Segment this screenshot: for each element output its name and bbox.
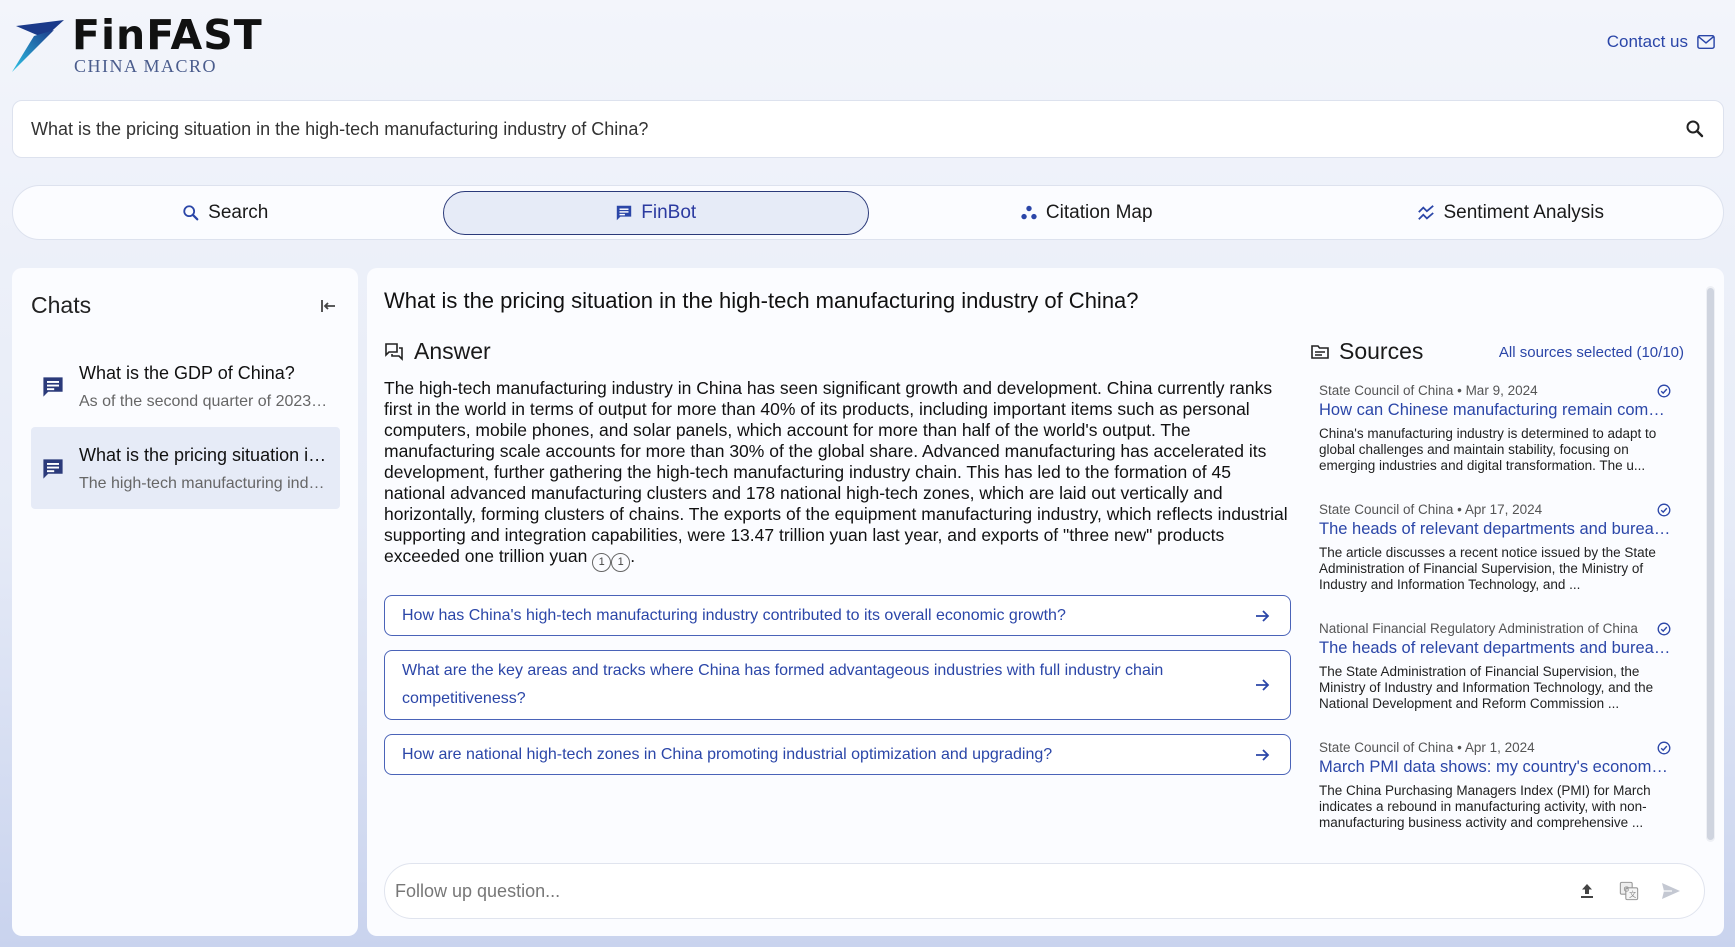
chat-icon bbox=[617, 205, 632, 220]
source-title[interactable]: March PMI data shows: my country's econo… bbox=[1319, 758, 1671, 777]
followup-suggestion[interactable]: How has China's high-tech manufacturing … bbox=[384, 595, 1291, 636]
chat-title: What is the pricing situation in the hig… bbox=[79, 445, 330, 465]
source-card[interactable]: State Council of China • Apr 1, 2024 Mar… bbox=[1319, 740, 1671, 859]
search-icon[interactable] bbox=[1685, 119, 1705, 139]
brand-name: FinFAST bbox=[72, 11, 263, 59]
source-publisher: National Financial Regulatory Administra… bbox=[1319, 621, 1638, 636]
current-question: What is the pricing situation in the hig… bbox=[384, 288, 1139, 313]
source-date: Apr 17, 2024 bbox=[1464, 502, 1543, 517]
brand-subtitle: CHINA MACRO bbox=[74, 56, 218, 76]
arrow-right-icon bbox=[1256, 748, 1270, 761]
mode-tabs: Search FinBot Citation Map Sentiment Ana… bbox=[12, 185, 1724, 240]
followup-text: How has China's high-tech manufacturing … bbox=[402, 606, 1066, 624]
check-circle-icon[interactable] bbox=[1657, 741, 1671, 755]
source-publisher: State Council of China bbox=[1319, 740, 1454, 755]
mail-icon bbox=[1697, 34, 1715, 50]
logo-mark-icon bbox=[12, 20, 64, 72]
source-description: The China Purchasing Managers Index (PMI… bbox=[1319, 783, 1651, 830]
tab-citation-map-label: Citation Map bbox=[1045, 201, 1153, 223]
citation-badge[interactable]: 1 bbox=[592, 553, 612, 572]
translate-button[interactable]: G文 bbox=[1608, 871, 1650, 911]
translate-icon: G文 bbox=[1619, 881, 1639, 901]
chats-header: Chats bbox=[12, 268, 358, 319]
folder-icon bbox=[1311, 344, 1329, 359]
source-title[interactable]: How can Chinese manufacturing remain com… bbox=[1319, 401, 1671, 420]
contact-us-label: Contact us bbox=[1606, 32, 1688, 51]
brand-logo[interactable]: FinFAST CHINA MACRO bbox=[10, 12, 262, 76]
search-bar[interactable]: What is the pricing situation in the hig… bbox=[12, 100, 1724, 158]
source-card[interactable]: State Council of China • Apr 17, 2024 Th… bbox=[1319, 502, 1671, 621]
source-card[interactable]: National Financial Regulatory Administra… bbox=[1319, 621, 1671, 740]
contact-us-link[interactable]: Contact us bbox=[1607, 32, 1715, 52]
chat-title: What is the GDP of China? bbox=[79, 363, 295, 383]
check-circle-icon[interactable] bbox=[1657, 622, 1671, 636]
send-icon bbox=[1662, 883, 1680, 899]
source-card[interactable]: State Council of China • Mar 9, 2024 How… bbox=[1319, 383, 1671, 502]
followup-text: What are the key areas and tracks where … bbox=[402, 662, 1164, 707]
upload-button[interactable] bbox=[1566, 871, 1608, 911]
source-meta: State Council of China • Apr 1, 2024 bbox=[1319, 740, 1535, 755]
source-title[interactable]: The heads of relevant departments and bu… bbox=[1319, 520, 1671, 539]
citation-map-icon bbox=[1021, 205, 1037, 219]
arrow-right-icon bbox=[1256, 609, 1270, 622]
sentiment-icon bbox=[1418, 204, 1435, 220]
tab-finbot[interactable]: FinBot bbox=[442, 190, 869, 235]
answer-body: The high-tech manufacturing industry in … bbox=[384, 378, 1296, 572]
tab-sentiment-analysis[interactable]: Sentiment Analysis bbox=[1299, 186, 1724, 239]
source-date: Mar 9, 2024 bbox=[1465, 383, 1538, 398]
sources-scrollbar-thumb[interactable] bbox=[1707, 288, 1714, 840]
answer-heading: Answer bbox=[384, 338, 491, 365]
answer-heading-label: Answer bbox=[414, 338, 491, 364]
followup-input[interactable] bbox=[395, 880, 1566, 902]
source-publisher: State Council of China bbox=[1319, 383, 1454, 398]
chats-panel: Chats What is the GDP of China? As of th… bbox=[12, 268, 358, 936]
source-description: China's manufacturing industry is determ… bbox=[1319, 426, 1657, 473]
sources-selection-link[interactable]: All sources selected (10/10) bbox=[1499, 344, 1684, 361]
upload-icon bbox=[1581, 884, 1593, 898]
source-date: Apr 1, 2024 bbox=[1464, 740, 1535, 755]
followup-suggestion[interactable]: How are national high-tech zones in Chin… bbox=[384, 734, 1291, 775]
chat-icon bbox=[43, 459, 63, 479]
sources-heading: Sources bbox=[1311, 338, 1423, 365]
answer-end: . bbox=[630, 546, 636, 566]
collapse-sidebar-icon[interactable] bbox=[320, 297, 338, 315]
arrow-right-icon bbox=[1256, 679, 1270, 691]
citation-badge[interactable]: 1 bbox=[611, 553, 631, 572]
source-description: The State Administration of Financial Su… bbox=[1319, 664, 1654, 711]
send-button[interactable] bbox=[1650, 871, 1692, 911]
tab-search[interactable]: Search bbox=[13, 186, 438, 239]
tab-sentiment-label: Sentiment Analysis bbox=[1443, 201, 1605, 223]
chat-item[interactable]: What is the GDP of China? As of the seco… bbox=[31, 345, 340, 427]
sources-list: State Council of China • Mar 9, 2024 How… bbox=[1319, 383, 1671, 903]
chat-snippet: As of the second quarter of 2023, China'… bbox=[79, 393, 330, 410]
tab-citation-map[interactable]: Citation Map bbox=[874, 186, 1299, 239]
chats-title: Chats bbox=[31, 292, 92, 318]
followup-text: How are national high-tech zones in Chin… bbox=[402, 745, 1053, 763]
sources-heading-label: Sources bbox=[1339, 338, 1424, 364]
answer-text: The high-tech manufacturing industry in … bbox=[384, 378, 1288, 566]
source-meta: State Council of China • Apr 17, 2024 bbox=[1319, 502, 1543, 517]
chat-main-panel: What is the pricing situation in the hig… bbox=[367, 268, 1724, 936]
tab-search-label: Search bbox=[208, 201, 269, 223]
chat-snippet: The high-tech manufacturing industry in … bbox=[79, 475, 330, 492]
check-circle-icon[interactable] bbox=[1657, 503, 1671, 517]
answer-icon bbox=[385, 342, 403, 361]
suggested-followups: How has China's high-tech manufacturing … bbox=[384, 595, 1291, 789]
search-icon bbox=[183, 204, 199, 220]
source-title[interactable]: The heads of relevant departments and bu… bbox=[1319, 639, 1671, 658]
svg-text:文: 文 bbox=[1629, 890, 1637, 899]
search-query[interactable]: What is the pricing situation in the hig… bbox=[31, 119, 1685, 140]
chat-item-active[interactable]: What is the pricing situation in the hig… bbox=[31, 427, 340, 509]
followup-suggestion[interactable]: What are the key areas and tracks where … bbox=[384, 650, 1291, 720]
tab-finbot-label: FinBot bbox=[641, 201, 697, 223]
source-description: The article discusses a recent notice is… bbox=[1319, 545, 1656, 592]
source-publisher: State Council of China bbox=[1319, 502, 1454, 517]
chat-icon bbox=[43, 377, 63, 397]
source-meta: State Council of China • Mar 9, 2024 bbox=[1319, 383, 1538, 398]
followup-input-box[interactable]: G文 bbox=[384, 863, 1705, 919]
check-circle-icon[interactable] bbox=[1657, 384, 1671, 398]
